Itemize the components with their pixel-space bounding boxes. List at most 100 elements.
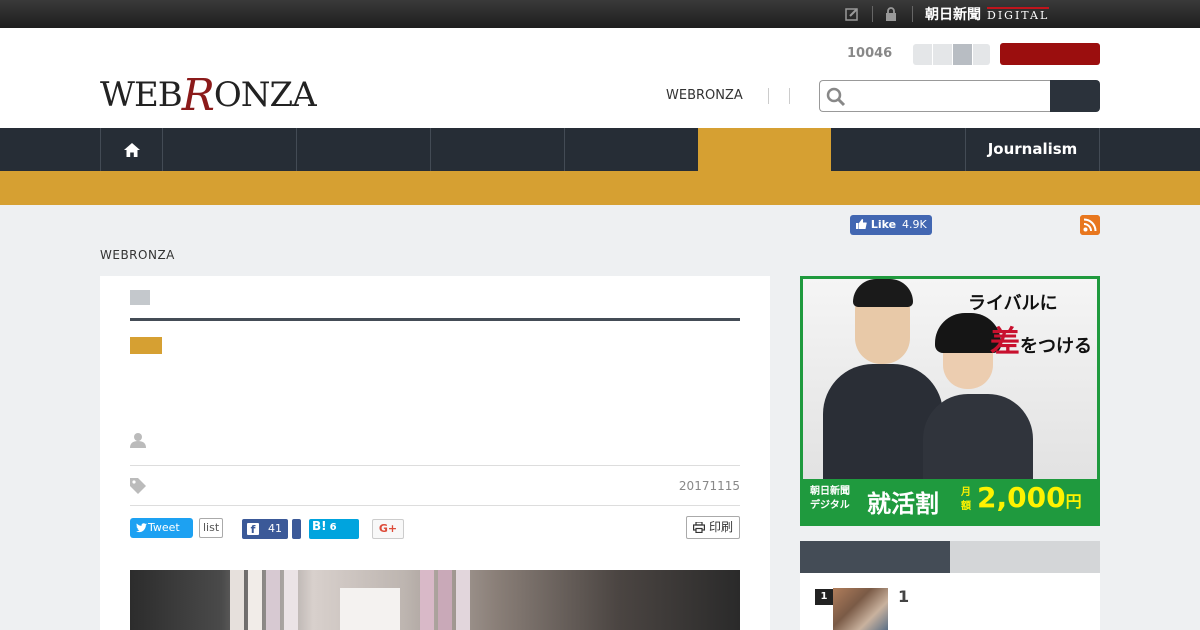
ranking-tab-active[interactable]: [800, 541, 950, 573]
divider: [872, 6, 873, 22]
breadcrumb[interactable]: WEBRONZA: [100, 248, 175, 262]
article-tag-badge[interactable]: [130, 337, 162, 354]
rank-number: 1: [815, 589, 833, 605]
divider: [789, 88, 790, 104]
logo-text-r: R: [181, 70, 215, 121]
logo-text-web: WEB: [100, 75, 183, 115]
ad-headline-1: ライバルに: [968, 293, 1058, 314]
ranking-tabs: [800, 541, 1100, 573]
print-label: 印刷: [709, 520, 734, 534]
twitter-icon: [136, 523, 147, 533]
ad-price: 2,000: [977, 481, 1066, 514]
site-header: WEBRONZA 10046 WEBRONZA: [0, 28, 1200, 128]
asahi-digital-brand[interactable]: 朝日新聞 DIGITAL: [925, 4, 1050, 24]
photo-detail: [456, 570, 470, 630]
search-input[interactable]: [819, 80, 1050, 112]
photo-detail: [420, 570, 434, 630]
ad-image: ライバルに 差をつける: [803, 279, 1097, 479]
ad-footer-month: 月 額: [961, 486, 973, 514]
hatena-count: 6: [329, 522, 337, 533]
ad-footer: 朝日新聞 デジタル 就活割 月 額 2,000円: [803, 479, 1097, 523]
tweet-label: Tweet: [148, 521, 180, 534]
nav-item-2[interactable]: [296, 128, 430, 171]
font-size-button-2[interactable]: [933, 44, 952, 65]
nav-item-1[interactable]: [162, 128, 296, 171]
like-label: Like: [870, 218, 897, 231]
rank-thumbnail[interactable]: [833, 588, 888, 630]
nav-item-journalism[interactable]: Journalism: [965, 128, 1100, 171]
hatena-bookmark-button[interactable]: B! 6: [309, 519, 359, 539]
rss-icon[interactable]: [1080, 215, 1100, 235]
ranking-tab-inactive[interactable]: [950, 541, 1100, 573]
thumbs-up-icon: [856, 219, 867, 229]
ad-headline-rest: をつける: [1020, 336, 1092, 357]
twitter-list-button[interactable]: list: [199, 518, 224, 538]
photo-detail: [284, 570, 298, 630]
ad-footer-brand-1: 朝日新聞: [810, 486, 850, 497]
photo-detail: [248, 570, 262, 630]
facebook-icon: f: [247, 523, 259, 536]
font-size-button-4[interactable]: [973, 44, 990, 65]
google-plus-button[interactable]: G+: [372, 519, 404, 539]
ad-footer-month-1: 月: [961, 487, 971, 498]
ad-footer-brand-2: デジタル: [810, 500, 850, 511]
nav-item-3[interactable]: [430, 128, 564, 171]
nav-item-active[interactable]: [698, 128, 831, 171]
facebook-mini-button[interactable]: [292, 519, 301, 539]
like-count: 4.9K: [901, 218, 927, 231]
ad-headline-2: 差をつける: [990, 317, 1092, 361]
nav-label-journalism: Journalism: [987, 140, 1078, 158]
facebook-share-count: 41: [268, 522, 282, 535]
ad-headline-big: 差: [990, 325, 1020, 360]
publish-date: 20171115: [678, 479, 740, 493]
rank-title[interactable]: 1: [898, 587, 909, 606]
divider: [768, 88, 769, 104]
search-button[interactable]: [1050, 80, 1100, 112]
print-button[interactable]: 印刷: [686, 516, 740, 539]
photo-detail: [266, 570, 280, 630]
main-nav: Journalism: [0, 128, 1200, 171]
brand-name: 朝日新聞: [925, 7, 981, 23]
photo-detail: [230, 570, 244, 630]
ad-footer-price: 2,000円: [977, 481, 1082, 514]
article-card: 20171115 Tweet list f 41 B! 6 G+ 印刷: [100, 276, 770, 630]
photo-detail: [340, 588, 400, 630]
category-badge[interactable]: [130, 290, 150, 305]
edit-icon[interactable]: [845, 7, 859, 21]
search-icon: [826, 87, 846, 107]
article-count: 10046: [847, 46, 893, 61]
webronza-logo[interactable]: WEBRONZA: [100, 66, 317, 121]
top-bar: 朝日新聞 DIGITAL: [0, 0, 1200, 28]
sub-nav-bar: [0, 171, 1200, 205]
header-link-webronza[interactable]: WEBRONZA: [666, 88, 743, 103]
author-icon: [130, 433, 146, 448]
printer-icon: [693, 522, 705, 533]
lock-icon[interactable]: [884, 7, 898, 21]
tweet-button[interactable]: Tweet: [130, 518, 193, 538]
divider: [912, 6, 913, 22]
brand-digital: DIGITAL: [987, 7, 1050, 22]
nav-item-6[interactable]: [831, 128, 965, 171]
facebook-like-button[interactable]: Like 4.9K: [850, 215, 932, 235]
font-size-button-3[interactable]: [953, 44, 972, 65]
advertisement-banner[interactable]: ライバルに 差をつける 朝日新聞 デジタル 就活割 月 額 2,000円: [800, 276, 1100, 526]
ranking-list: 1 1: [800, 573, 1100, 630]
nav-home[interactable]: [100, 128, 162, 171]
font-size-button-1[interactable]: [913, 44, 932, 65]
hatena-icon: B!: [312, 519, 327, 533]
tag-icon: [130, 478, 146, 494]
logo-text-onza: ONZA: [213, 75, 317, 115]
nav-item-4[interactable]: [564, 128, 698, 171]
ad-figure: [853, 279, 913, 307]
ad-figure: [923, 394, 1033, 479]
divider: [130, 465, 740, 466]
ad-price-yen: 円: [1065, 492, 1082, 511]
home-icon: [124, 143, 140, 157]
ad-footer-brand: 朝日新聞 デジタル: [810, 485, 850, 513]
divider: [130, 505, 740, 506]
ad-footer-main: 就活割: [867, 490, 939, 518]
subscribe-button[interactable]: [1000, 43, 1100, 65]
title-rule: [130, 318, 740, 321]
ad-footer-month-2: 額: [961, 501, 971, 512]
facebook-share-button[interactable]: f 41: [242, 519, 288, 539]
